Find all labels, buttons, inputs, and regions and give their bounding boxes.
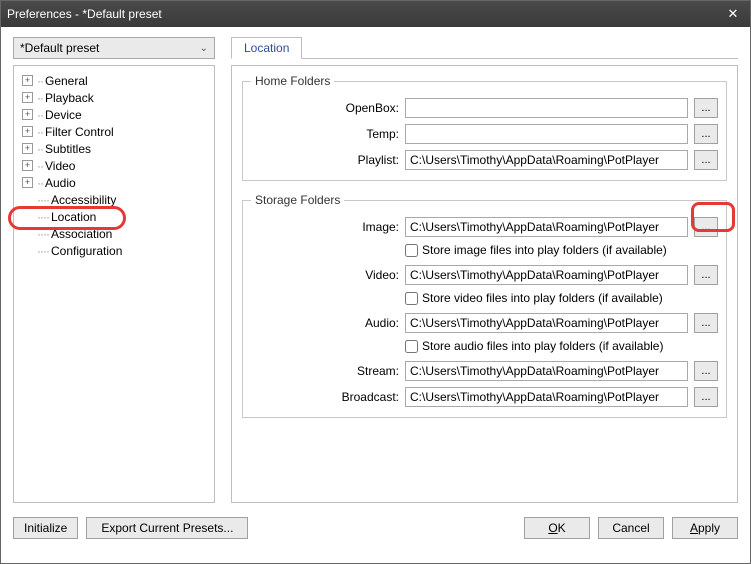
expand-icon[interactable]: + — [22, 143, 33, 154]
apply-button[interactable]: Apply — [672, 517, 738, 539]
expand-icon[interactable]: + — [22, 109, 33, 120]
ok-button[interactable]: OK — [524, 517, 590, 539]
video-input[interactable] — [405, 265, 688, 285]
preset-select[interactable]: *Default preset ⌄ — [13, 37, 215, 59]
video-store-checkbox[interactable] — [405, 292, 418, 305]
broadcast-input[interactable] — [405, 387, 688, 407]
openbox-browse-button[interactable]: ... — [694, 98, 718, 118]
initialize-button[interactable]: Initialize — [13, 517, 78, 539]
video-browse-button[interactable]: ... — [694, 265, 718, 285]
expand-icon[interactable]: + — [22, 160, 33, 171]
video-label: Video: — [251, 268, 399, 282]
expand-icon[interactable]: + — [22, 177, 33, 188]
button-bar: Initialize Export Current Presets... OK … — [1, 511, 750, 539]
tree-item-video[interactable]: +··Video — [18, 157, 210, 174]
audio-store-label: Store audio files into play folders (if … — [422, 339, 663, 353]
temp-label: Temp: — [251, 127, 399, 141]
preset-selected-label: *Default preset — [20, 41, 99, 55]
tree-item-playback[interactable]: +··Playback — [18, 89, 210, 106]
settings-panel: Home Folders OpenBox: ... Temp: ... Play… — [231, 65, 738, 503]
expand-icon[interactable]: + — [22, 126, 33, 137]
broadcast-label: Broadcast: — [251, 390, 399, 404]
image-label: Image: — [251, 220, 399, 234]
stream-label: Stream: — [251, 364, 399, 378]
titlebar: Preferences - *Default preset ✕ — [1, 1, 750, 27]
video-store-label: Store video files into play folders (if … — [422, 291, 663, 305]
tree-item-general[interactable]: +··General — [18, 72, 210, 89]
openbox-label: OpenBox: — [251, 101, 399, 115]
audio-browse-button[interactable]: ... — [694, 313, 718, 333]
chevron-down-icon: ⌄ — [200, 43, 208, 54]
tree-panel: +··General +··Playback +··Device +··Filt… — [13, 65, 215, 503]
tree-item-accessibility[interactable]: ····Accessibility — [18, 191, 210, 208]
tabbar: Location — [231, 35, 738, 59]
stream-browse-button[interactable]: ... — [694, 361, 718, 381]
image-input[interactable] — [405, 217, 688, 237]
close-icon[interactable]: ✕ — [722, 5, 744, 23]
tree-item-location[interactable]: ····Location — [18, 208, 210, 225]
image-browse-button[interactable]: ... — [694, 217, 718, 237]
storage-folders-legend: Storage Folders — [251, 193, 344, 207]
playlist-input[interactable] — [405, 150, 688, 170]
window-title: Preferences - *Default preset — [7, 7, 722, 21]
tree-item-device[interactable]: +··Device — [18, 106, 210, 123]
temp-browse-button[interactable]: ... — [694, 124, 718, 144]
home-folders-legend: Home Folders — [251, 74, 334, 88]
cancel-button[interactable]: Cancel — [598, 517, 664, 539]
broadcast-browse-button[interactable]: ... — [694, 387, 718, 407]
image-store-checkbox[interactable] — [405, 244, 418, 257]
tree-item-association[interactable]: ····Association — [18, 225, 210, 242]
tab-location[interactable]: Location — [231, 37, 302, 59]
playlist-label: Playlist: — [251, 153, 399, 167]
tree-item-filter-control[interactable]: +··Filter Control — [18, 123, 210, 140]
audio-store-checkbox[interactable] — [405, 340, 418, 353]
tree-item-configuration[interactable]: ····Configuration — [18, 242, 210, 259]
audio-input[interactable] — [405, 313, 688, 333]
expand-icon[interactable]: + — [22, 75, 33, 86]
stream-input[interactable] — [405, 361, 688, 381]
openbox-input[interactable] — [405, 98, 688, 118]
tree-item-subtitles[interactable]: +··Subtitles — [18, 140, 210, 157]
image-store-label: Store image files into play folders (if … — [422, 243, 667, 257]
export-presets-button[interactable]: Export Current Presets... — [86, 517, 248, 539]
playlist-browse-button[interactable]: ... — [694, 150, 718, 170]
home-folders-group: Home Folders OpenBox: ... Temp: ... Play… — [242, 74, 727, 181]
storage-folders-group: Storage Folders Image: ... Store image f… — [242, 193, 727, 418]
audio-label: Audio: — [251, 316, 399, 330]
temp-input[interactable] — [405, 124, 688, 144]
expand-icon[interactable]: + — [22, 92, 33, 103]
tree-item-audio[interactable]: +··Audio — [18, 174, 210, 191]
